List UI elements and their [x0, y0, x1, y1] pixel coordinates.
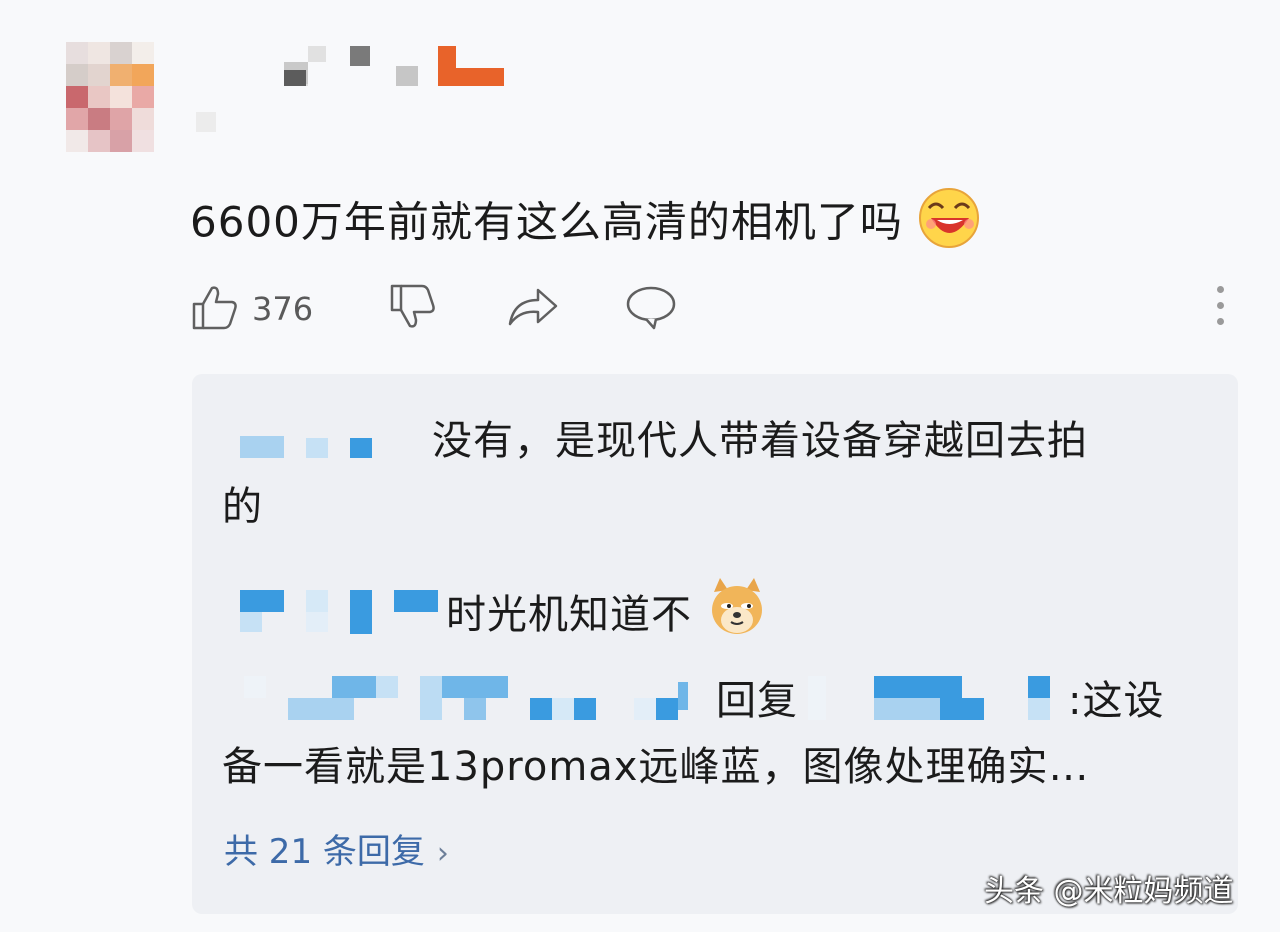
thumbs-up-icon [190, 282, 240, 336]
reply-target-blurred[interactable] [808, 676, 1068, 722]
reply-text: :这设 [1068, 678, 1165, 724]
like-count: 376 [252, 290, 314, 328]
laughing-face-emoji [917, 186, 981, 264]
reply-text-continued: 备一看就是13promax远峰蓝，图像处理确实… [222, 744, 1090, 790]
avatar[interactable] [66, 42, 154, 154]
dislike-button[interactable] [388, 282, 438, 336]
reply-author-blurred[interactable] [240, 436, 380, 460]
comment-body: 6600万年前就有这么高清的相机了吗 [190, 197, 903, 247]
reply-text-continued: 的 [222, 484, 263, 530]
reply-keyword: 回复 [716, 678, 798, 724]
share-button[interactable] [506, 282, 560, 336]
reply-button[interactable] [624, 282, 678, 336]
view-all-replies-link[interactable]: 共 21 条回复 › [224, 824, 449, 873]
reply-text: 没有，是现代人带着设备穿越回去拍 [432, 418, 1088, 464]
username[interactable] [196, 40, 516, 136]
watermark: 头条 @米粒妈频道 [984, 874, 1234, 909]
comment-text: 6600万年前就有这么高清的相机了吗 [190, 186, 981, 264]
speech-bubble-icon [624, 282, 678, 336]
thumbs-down-icon [388, 282, 438, 336]
more-menu-button[interactable] [1212, 286, 1230, 328]
reply-text: 时光机知道不 [446, 576, 768, 658]
reply-author-blurred[interactable] [244, 676, 704, 722]
like-button[interactable]: 376 [190, 282, 313, 336]
chevron-right-icon: › [436, 836, 449, 871]
view-all-replies-label: 共 21 条回复 [224, 832, 425, 872]
share-arrow-icon [506, 282, 560, 336]
doge-emoji [706, 576, 768, 658]
reply-author-blurred[interactable] [240, 590, 440, 634]
reply-body: 时光机知道不 [446, 592, 692, 638]
